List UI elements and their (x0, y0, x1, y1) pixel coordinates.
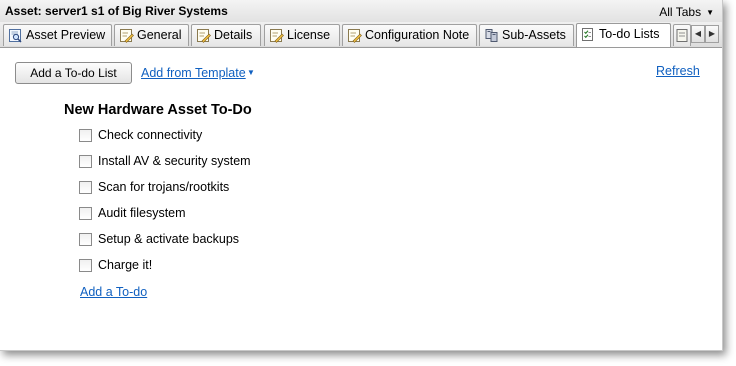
window-title: Asset: server1 s1 of Big River Systems (5, 4, 228, 18)
asset-window: Asset: server1 s1 of Big River Systems A… (0, 0, 723, 351)
tab-general[interactable]: General (114, 24, 189, 46)
todo-item-label: Install AV & security system (98, 154, 251, 168)
todo-item-label: Scan for trojans/rootkits (98, 180, 230, 194)
tab-sub-assets[interactable]: Sub-Assets (479, 24, 574, 46)
todo-checkbox[interactable] (79, 259, 92, 272)
edit-form-icon (270, 29, 284, 43)
refresh-link[interactable]: Refresh (656, 64, 700, 78)
tab-todo-lists[interactable]: To-do Lists (576, 23, 671, 47)
all-tabs-label: All Tabs (659, 5, 702, 19)
asset-preview-icon (9, 29, 22, 43)
tab-label: License (287, 28, 331, 42)
edit-form-icon (120, 29, 134, 43)
sub-assets-icon (485, 29, 498, 42)
tab-label: Sub-Assets (502, 28, 566, 42)
tab-scroll-left-button[interactable]: ◀ (691, 25, 705, 43)
tab-bar: Asset Preview General Details License Co… (0, 22, 722, 48)
dropdown-caret-icon: ▼ (706, 8, 714, 17)
add-from-template-link[interactable]: Add from Template (141, 66, 246, 80)
todo-checkbox[interactable] (79, 155, 92, 168)
todo-checkbox[interactable] (79, 233, 92, 246)
chevron-right-icon: ▶ (708, 29, 716, 38)
tab-label: General (137, 28, 182, 42)
tab-overflow[interactable] (673, 24, 691, 46)
tab-scroll-right-button[interactable]: ▶ (705, 25, 719, 43)
document-icon (676, 29, 688, 42)
todo-item-label: Setup & activate backups (98, 232, 240, 246)
tab-configuration-note[interactable]: Configuration Note (342, 24, 477, 46)
tab-label: Configuration Note (365, 28, 470, 42)
todo-item-label: Check connectivity (98, 128, 203, 142)
todo-item-label: Charge it! (98, 258, 153, 272)
add-todo-link[interactable]: Add a To-do (80, 285, 147, 299)
todo-list-icon (582, 28, 593, 41)
add-todo-list-button[interactable]: Add a To-do List (15, 62, 132, 84)
all-tabs-menu[interactable]: All Tabs ▼ (659, 5, 714, 19)
tab-label: To-do Lists (599, 27, 660, 41)
tab-label: Details (214, 28, 253, 42)
tab-details[interactable]: Details (191, 24, 261, 46)
todo-item-label: Audit filesystem (98, 206, 186, 220)
dropdown-caret-icon[interactable]: ▼ (247, 68, 255, 77)
title-bar: Asset: server1 s1 of Big River Systems A… (0, 0, 722, 22)
tab-license[interactable]: License (264, 24, 340, 46)
edit-form-icon (197, 29, 211, 43)
tab-asset-preview[interactable]: Asset Preview (3, 24, 112, 46)
edit-form-icon (348, 29, 362, 43)
todo-list-title: New Hardware Asset To-Do (64, 102, 252, 118)
todo-checkbox[interactable] (79, 207, 92, 220)
todo-checkbox[interactable] (79, 129, 92, 142)
chevron-left-icon: ◀ (694, 29, 702, 38)
todo-checkbox[interactable] (79, 181, 92, 194)
tab-label: Asset Preview (26, 28, 106, 42)
